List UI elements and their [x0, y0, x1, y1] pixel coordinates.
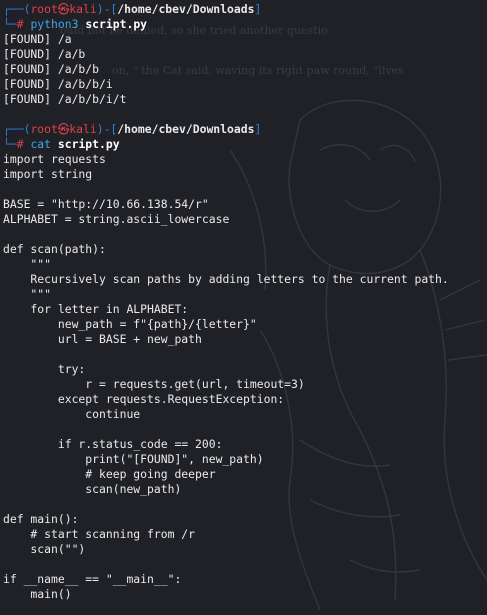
code-line: if __name__ == "__main__":: [3, 572, 182, 586]
prompt-cwd: /home/cbev/Downloads: [117, 122, 255, 136]
code-line: # start scanning from /r: [3, 527, 196, 541]
prompt-host: kali: [69, 122, 97, 136]
prompt-host: kali: [69, 2, 97, 16]
code-line: r = requests.get(url, timeout=3): [3, 377, 305, 391]
code-line: main(): [3, 587, 72, 601]
code-line: # keep going deeper: [3, 467, 216, 481]
prompt-line-1: ┌──(root㉿kali)-[/home/cbev/Downloads]: [3, 2, 262, 16]
code-line: BASE = "http://10.66.138.54/r": [3, 197, 209, 211]
code-line: scan(new_path): [3, 482, 182, 496]
code-line: if r.status_code == 200:: [3, 437, 223, 451]
code-line: continue: [3, 407, 141, 421]
prompt-line-2: ┌──(root㉿kali)-[/home/cbev/Downloads]: [3, 122, 262, 136]
command-line-2: └─# cat script.py: [3, 137, 120, 151]
code-line: print("[FOUND]", new_path): [3, 452, 264, 466]
prompt-cwd: /home/cbev/Downloads: [117, 2, 255, 16]
code-line: new_path = f"{path}/{letter}": [3, 317, 257, 331]
code-line: import string: [3, 167, 93, 181]
command-name: python3: [30, 17, 79, 31]
code-line: except requests.RequestException:: [3, 392, 285, 406]
file-contents: import requests import string BASE = "http…: [3, 152, 487, 602]
prompt-at-symbol: ㉿: [57, 122, 70, 136]
output-line: [FOUND] /a/b/b/i: [3, 77, 113, 91]
code-line: import requests: [3, 152, 106, 166]
prompt-at-symbol: ㉿: [57, 2, 70, 16]
code-line: url = BASE + new_path: [3, 332, 202, 346]
command-name: cat: [30, 137, 52, 151]
prompt-user: root: [30, 2, 58, 16]
code-line: ALPHABET = string.ascii_lowercase: [3, 212, 230, 226]
code-line: def main():: [3, 512, 79, 526]
output-line: [FOUND] /a/b/b: [3, 62, 100, 76]
prompt-hash: #: [16, 137, 24, 151]
output-line: [FOUND] /a/b/b/i/t: [3, 92, 127, 106]
terminal-window[interactable]: ┌──(root㉿kali)-[/home/cbev/Downloads] └─…: [3, 2, 487, 615]
output-line: [FOUND] /a: [3, 32, 72, 46]
command-argument: script.py: [57, 137, 120, 151]
code-line: scan(""): [3, 542, 86, 556]
code-line: """: [3, 257, 52, 271]
code-line: Recursively scan paths by adding letters…: [3, 272, 449, 286]
prompt-user: root: [30, 122, 58, 136]
command-argument: script.py: [85, 17, 148, 31]
code-line: def scan(path):: [3, 242, 106, 256]
prompt-hash: #: [16, 17, 24, 31]
output-line: [FOUND] /a/b: [3, 47, 86, 61]
code-line: try:: [3, 362, 86, 376]
code-line: for letter in ALPHABET:: [3, 302, 189, 316]
code-line: """: [3, 287, 52, 301]
command-line-1: └─# python3 script.py: [3, 17, 148, 31]
